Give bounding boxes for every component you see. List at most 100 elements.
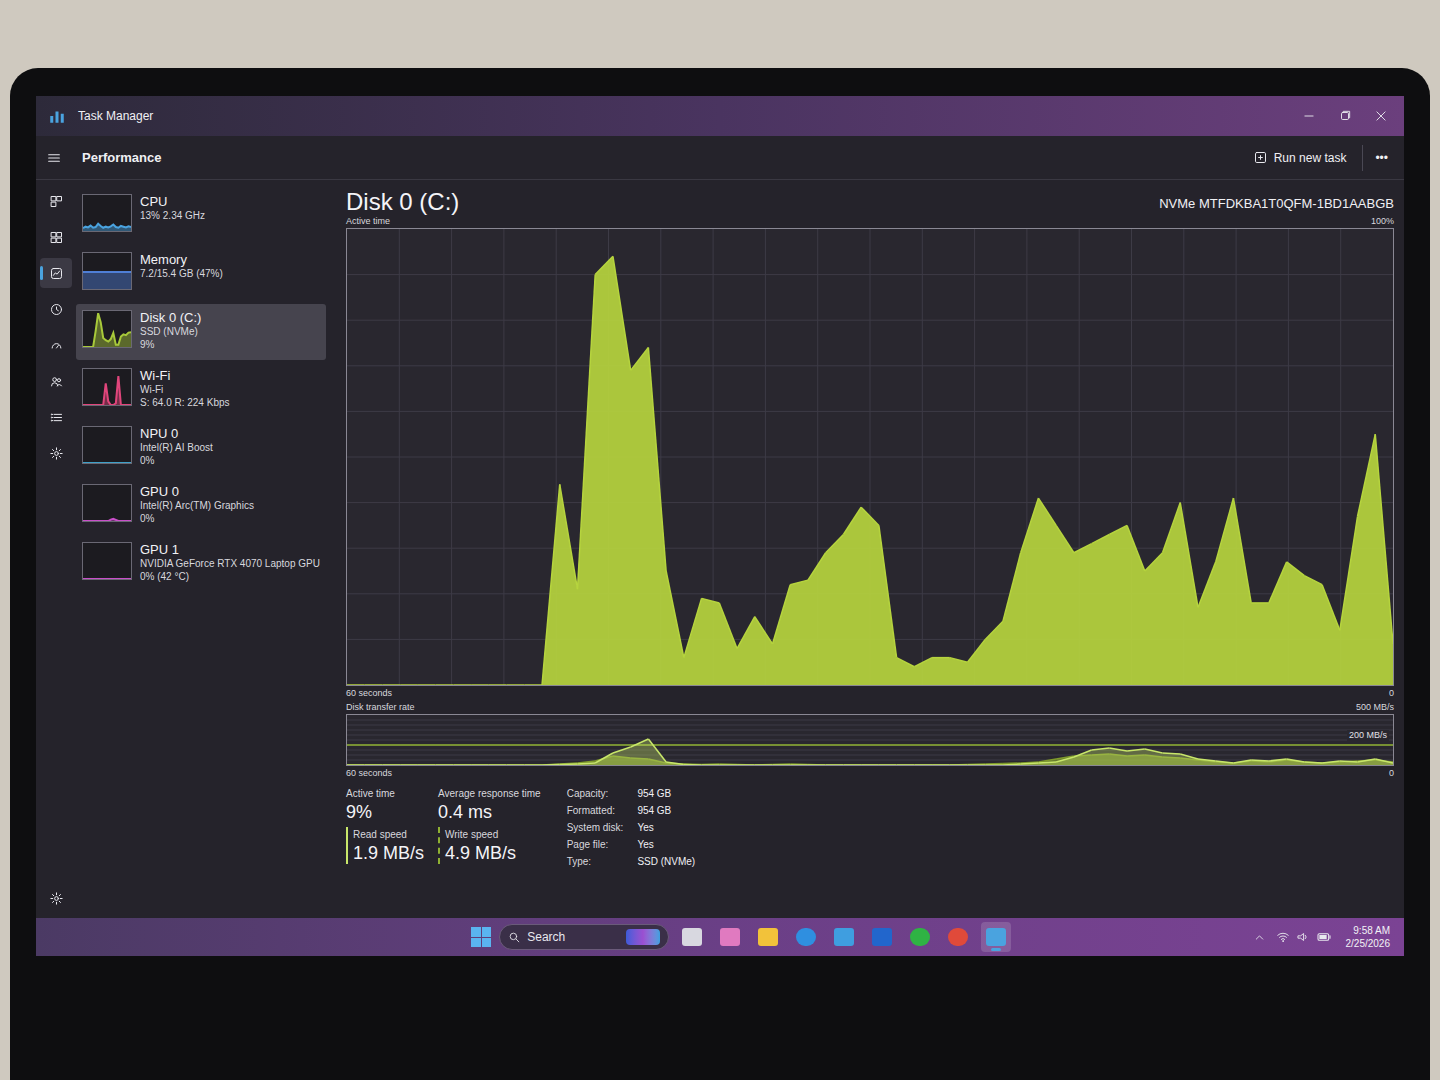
search-box[interactable]: Search (499, 924, 669, 950)
users-icon (49, 374, 64, 389)
active-time-series-segment (1198, 562, 1216, 608)
nav-item[interactable] (40, 438, 72, 468)
device-text: Memory7.2/15.4 GB (47%) (140, 252, 223, 293)
read-series-segment (666, 762, 684, 765)
write-series-segment (755, 764, 773, 765)
taskbar-app[interactable] (677, 922, 707, 952)
read-series-segment (1056, 757, 1074, 762)
property-label: Page file: (567, 837, 624, 852)
taskbar-app[interactable] (905, 922, 935, 952)
more-button[interactable]: ••• (1373, 149, 1390, 167)
read-series-segment (932, 764, 950, 765)
nav-item[interactable] (40, 402, 72, 432)
stat-value: 1.9 MB/s (353, 842, 424, 864)
read-series-segment (1074, 750, 1092, 757)
write-series-segment (719, 763, 737, 765)
stat-label: Read speed (353, 827, 424, 842)
taskbar-app[interactable] (753, 922, 783, 952)
read-series-segment (755, 764, 773, 765)
grid-line (347, 750, 1393, 751)
startup-icon (49, 338, 64, 353)
read-series-segment (1269, 759, 1287, 761)
clock[interactable]: 9:58 AM2/25/2026 (1342, 924, 1391, 950)
screen: Task ManagerPerformanceRun new task•••CP… (36, 96, 1404, 956)
active-time-series-segment (1233, 498, 1251, 603)
write-series-segment (772, 763, 790, 765)
grid-line (347, 720, 1393, 721)
window-controls (1302, 109, 1392, 123)
taskbar-app[interactable] (715, 922, 745, 952)
device-item[interactable]: GPU 0Intel(R) Arc(TM) Graphics0% (76, 478, 326, 534)
taskbar-app[interactable] (867, 922, 897, 952)
taskbar-app[interactable] (829, 922, 859, 952)
write-series-segment (382, 764, 400, 765)
start-logo-square (471, 927, 481, 937)
close-icon[interactable] (1374, 109, 1388, 123)
write-series-segment (968, 763, 986, 765)
minimize-icon[interactable] (1302, 109, 1316, 123)
device-item[interactable]: Memory7.2/15.4 GB (47%) (76, 246, 326, 302)
write-series-segment (702, 763, 720, 765)
write-series-segment (560, 763, 578, 764)
store-icon (834, 928, 854, 946)
thumbnail-line (83, 578, 131, 579)
start-logo-square (482, 927, 492, 937)
device-line1: Intel(R) AI Boost (140, 442, 213, 455)
nav-item[interactable] (40, 366, 72, 396)
nav-item[interactable] (40, 258, 72, 288)
chevron-up-icon[interactable] (1253, 931, 1266, 944)
clock-time: 9:58 AM (1353, 924, 1390, 937)
taskbar-app[interactable] (943, 922, 973, 952)
restore-icon[interactable] (1338, 109, 1352, 123)
battery-icon (1316, 929, 1332, 945)
read-series-segment (418, 764, 436, 765)
write-series-segment (932, 764, 950, 765)
write-series-segment (879, 764, 897, 765)
device-item[interactable]: NPU 0Intel(R) AI Boost0% (76, 420, 326, 476)
read-series-segment (1109, 748, 1127, 751)
taskbar-app[interactable] (981, 922, 1011, 952)
active-time-series-segment (1358, 434, 1376, 516)
active-chart-top-labels-right: 100% (1371, 214, 1394, 228)
nav-item[interactable] (40, 186, 72, 216)
device-text: GPU 0Intel(R) Arc(TM) Graphics0% (140, 484, 254, 525)
read-series-segment (613, 747, 631, 753)
active-time-series-segment (879, 525, 897, 657)
write-series-segment (790, 763, 808, 765)
read-series-segment (1127, 749, 1145, 751)
active-time-series-segment (400, 684, 418, 685)
page-title: Performance (82, 148, 161, 168)
device-thumbnail (82, 484, 132, 522)
device-item[interactable]: CPU13% 2.34 GHz (76, 188, 326, 244)
device-item[interactable]: GPU 1NVIDIA GeForce RTX 4070 Laptop GPU0… (76, 536, 326, 592)
device-thumbnail (82, 194, 132, 232)
taskbar-app[interactable] (791, 922, 821, 952)
run-new-task-label: Run new task (1274, 149, 1347, 167)
read-series-segment (524, 764, 542, 765)
device-line2: 0% (140, 455, 213, 468)
read-series-segment (631, 739, 649, 747)
run-new-task-button[interactable]: Run new task (1247, 145, 1353, 171)
read-series-segment (790, 764, 808, 765)
device-item[interactable]: Wi-FiWi-FiS: 64.0 R: 224 Kbps (76, 362, 326, 418)
active-time-series-segment (507, 684, 525, 685)
settings-gear-icon[interactable] (49, 891, 64, 906)
scale-line (347, 744, 1393, 746)
active-time-chart (346, 228, 1394, 686)
read-series-segment (843, 764, 861, 765)
active-time-series-area (347, 256, 1393, 685)
stats-grid: Active time9%Average response time0.4 ms… (346, 786, 541, 869)
start-button-icon[interactable] (471, 927, 491, 947)
tray-icons[interactable] (1276, 929, 1332, 945)
thumbnail-area (83, 272, 131, 289)
nav-item[interactable] (40, 222, 72, 252)
nav-item[interactable] (40, 330, 72, 360)
clock-date: 2/25/2026 (1346, 937, 1391, 950)
active-time-series-segment (985, 621, 1003, 639)
active-time-series-segment (1340, 516, 1358, 630)
active-time-series-segment (737, 617, 755, 649)
nav-item[interactable] (40, 294, 72, 324)
device-line2: 9% (140, 339, 201, 352)
hamburger-icon[interactable] (46, 150, 62, 166)
device-item[interactable]: Disk 0 (C:)SSD (NVMe)9% (76, 304, 326, 360)
